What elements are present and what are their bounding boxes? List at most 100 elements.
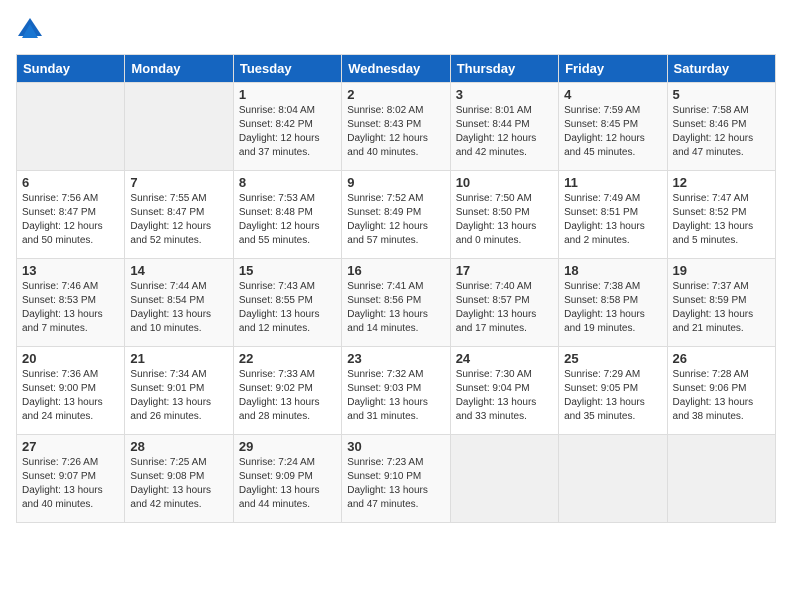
day-number: 5 (673, 87, 770, 102)
cell-content: Sunrise: 7:47 AMSunset: 8:52 PMDaylight:… (673, 192, 770, 248)
day-number: 14 (130, 263, 227, 278)
calendar-cell: 2 Sunrise: 8:02 AMSunset: 8:43 PMDaylight… (342, 83, 450, 171)
calendar-cell: 19 Sunrise: 7:37 AMSunset: 8:59 PMDayligh… (667, 259, 775, 347)
calendar-cell: 12 Sunrise: 7:47 AMSunset: 8:52 PMDayligh… (667, 171, 775, 259)
calendar-cell: 18 Sunrise: 7:38 AMSunset: 8:58 PMDayligh… (559, 259, 667, 347)
cell-content: Sunrise: 7:46 AMSunset: 8:53 PMDaylight:… (22, 280, 119, 336)
calendar-week: 13 Sunrise: 7:46 AMSunset: 8:53 PMDayligh… (17, 259, 776, 347)
calendar-cell (125, 83, 233, 171)
day-number: 17 (456, 263, 553, 278)
cell-content: Sunrise: 7:28 AMSunset: 9:06 PMDaylight:… (673, 368, 770, 424)
day-number: 10 (456, 175, 553, 190)
header (16, 16, 776, 44)
cell-content: Sunrise: 7:52 AMSunset: 8:49 PMDaylight:… (347, 192, 444, 248)
logo (16, 16, 48, 44)
logo-icon (16, 16, 44, 44)
calendar-cell: 21 Sunrise: 7:34 AMSunset: 9:01 PMDayligh… (125, 347, 233, 435)
calendar-cell: 23Sunrise: 7:32 AMSunset: 9:03 PMDayligh… (342, 347, 450, 435)
cell-content: Sunrise: 7:32 AMSunset: 9:03 PMDaylight:… (347, 368, 444, 424)
day-number: 3 (456, 87, 553, 102)
day-number: 1 (239, 87, 336, 102)
cell-content: Sunrise: 7:40 AMSunset: 8:57 PMDaylight:… (456, 280, 553, 336)
calendar-cell (450, 435, 558, 523)
cell-content: Sunrise: 7:49 AMSunset: 8:51 PMDaylight:… (564, 192, 661, 248)
day-number: 28 (130, 439, 227, 454)
cell-content: Sunrise: 7:29 AMSunset: 9:05 PMDaylight:… (564, 368, 661, 424)
day-number: 16 (347, 263, 444, 278)
day-number: 25 (564, 351, 661, 366)
day-number: 2 (347, 87, 444, 102)
day-number: 18 (564, 263, 661, 278)
cell-content: Sunrise: 7:50 AMSunset: 8:50 PMDaylight:… (456, 192, 553, 248)
calendar-cell: 27 Sunrise: 7:26 AMSunset: 9:07 PMDayligh… (17, 435, 125, 523)
day-number: 6 (22, 175, 119, 190)
calendar-cell: 15 Sunrise: 7:43 AMSunset: 8:55 PMDayligh… (233, 259, 341, 347)
calendar-cell: 3 Sunrise: 8:01 AMSunset: 8:44 PMDaylight… (450, 83, 558, 171)
cell-content: Sunrise: 7:25 AMSunset: 9:08 PMDaylight:… (130, 456, 227, 512)
day-number: 29 (239, 439, 336, 454)
cell-content: Sunrise: 7:59 AMSunset: 8:45 PMDaylight:… (564, 104, 661, 160)
weekday-header: Monday (125, 55, 233, 83)
day-number: 7 (130, 175, 227, 190)
weekday-header: Sunday (17, 55, 125, 83)
day-number: 24 (456, 351, 553, 366)
cell-content: Sunrise: 8:01 AMSunset: 8:44 PMDaylight:… (456, 104, 553, 160)
cell-content: Sunrise: 7:26 AMSunset: 9:07 PMDaylight:… (22, 456, 119, 512)
day-number: 8 (239, 175, 336, 190)
cell-content: Sunrise: 7:37 AMSunset: 8:59 PMDaylight:… (673, 280, 770, 336)
calendar-week: 6Sunrise: 7:56 AMSunset: 8:47 PMDaylight… (17, 171, 776, 259)
cell-content: Sunrise: 7:53 AMSunset: 8:48 PMDaylight:… (239, 192, 336, 248)
day-number: 21 (130, 351, 227, 366)
calendar-cell: 9Sunrise: 7:52 AMSunset: 8:49 PMDaylight… (342, 171, 450, 259)
cell-content: Sunrise: 7:43 AMSunset: 8:55 PMDaylight:… (239, 280, 336, 336)
calendar-cell: 8 Sunrise: 7:53 AMSunset: 8:48 PMDaylight… (233, 171, 341, 259)
weekday-header: Friday (559, 55, 667, 83)
calendar-cell: 20 Sunrise: 7:36 AMSunset: 9:00 PMDayligh… (17, 347, 125, 435)
cell-content: Sunrise: 7:58 AMSunset: 8:46 PMDaylight:… (673, 104, 770, 160)
weekday-header: Saturday (667, 55, 775, 83)
calendar-cell (667, 435, 775, 523)
calendar-week: 1 Sunrise: 8:04 AMSunset: 8:42 PMDaylight… (17, 83, 776, 171)
day-number: 4 (564, 87, 661, 102)
weekday-header: Tuesday (233, 55, 341, 83)
day-number: 22 (239, 351, 336, 366)
day-number: 19 (673, 263, 770, 278)
cell-content: Sunrise: 7:24 AMSunset: 9:09 PMDaylight:… (239, 456, 336, 512)
day-number: 11 (564, 175, 661, 190)
day-number: 27 (22, 439, 119, 454)
calendar-cell: 1 Sunrise: 8:04 AMSunset: 8:42 PMDaylight… (233, 83, 341, 171)
weekday-header: Wednesday (342, 55, 450, 83)
calendar-cell: 7 Sunrise: 7:55 AMSunset: 8:47 PMDaylight… (125, 171, 233, 259)
calendar-cell: 22 Sunrise: 7:33 AMSunset: 9:02 PMDayligh… (233, 347, 341, 435)
calendar-cell: 6Sunrise: 7:56 AMSunset: 8:47 PMDaylight… (17, 171, 125, 259)
calendar-cell: 10 Sunrise: 7:50 AMSunset: 8:50 PMDayligh… (450, 171, 558, 259)
calendar-cell (17, 83, 125, 171)
calendar-week: 27 Sunrise: 7:26 AMSunset: 9:07 PMDayligh… (17, 435, 776, 523)
cell-content: Sunrise: 7:23 AMSunset: 9:10 PMDaylight:… (347, 456, 444, 512)
cell-content: Sunrise: 8:02 AMSunset: 8:43 PMDaylight:… (347, 104, 444, 160)
cell-content: Sunrise: 7:41 AMSunset: 8:56 PMDaylight:… (347, 280, 444, 336)
calendar-cell: 28 Sunrise: 7:25 AMSunset: 9:08 PMDayligh… (125, 435, 233, 523)
day-number: 20 (22, 351, 119, 366)
calendar-cell: 14 Sunrise: 7:44 AMSunset: 8:54 PMDayligh… (125, 259, 233, 347)
day-number: 12 (673, 175, 770, 190)
day-number: 26 (673, 351, 770, 366)
cell-content: Sunrise: 7:55 AMSunset: 8:47 PMDaylight:… (130, 192, 227, 248)
day-number: 30 (347, 439, 444, 454)
calendar-cell: 5 Sunrise: 7:58 AMSunset: 8:46 PMDaylight… (667, 83, 775, 171)
day-number: 15 (239, 263, 336, 278)
day-number: 13 (22, 263, 119, 278)
calendar-week: 20 Sunrise: 7:36 AMSunset: 9:00 PMDayligh… (17, 347, 776, 435)
calendar-cell: 4 Sunrise: 7:59 AMSunset: 8:45 PMDaylight… (559, 83, 667, 171)
calendar-cell: 25 Sunrise: 7:29 AMSunset: 9:05 PMDayligh… (559, 347, 667, 435)
cell-content: Sunrise: 7:38 AMSunset: 8:58 PMDaylight:… (564, 280, 661, 336)
calendar-cell: 26 Sunrise: 7:28 AMSunset: 9:06 PMDayligh… (667, 347, 775, 435)
calendar-cell: 30 Sunrise: 7:23 AMSunset: 9:10 PMDayligh… (342, 435, 450, 523)
cell-content: Sunrise: 7:33 AMSunset: 9:02 PMDaylight:… (239, 368, 336, 424)
calendar-cell: 13 Sunrise: 7:46 AMSunset: 8:53 PMDayligh… (17, 259, 125, 347)
calendar-cell: 29 Sunrise: 7:24 AMSunset: 9:09 PMDayligh… (233, 435, 341, 523)
cell-content: Sunrise: 7:36 AMSunset: 9:00 PMDaylight:… (22, 368, 119, 424)
cell-content: Sunrise: 8:04 AMSunset: 8:42 PMDaylight:… (239, 104, 336, 160)
cell-content: Sunrise: 7:34 AMSunset: 9:01 PMDaylight:… (130, 368, 227, 424)
cell-content: Sunrise: 7:44 AMSunset: 8:54 PMDaylight:… (130, 280, 227, 336)
